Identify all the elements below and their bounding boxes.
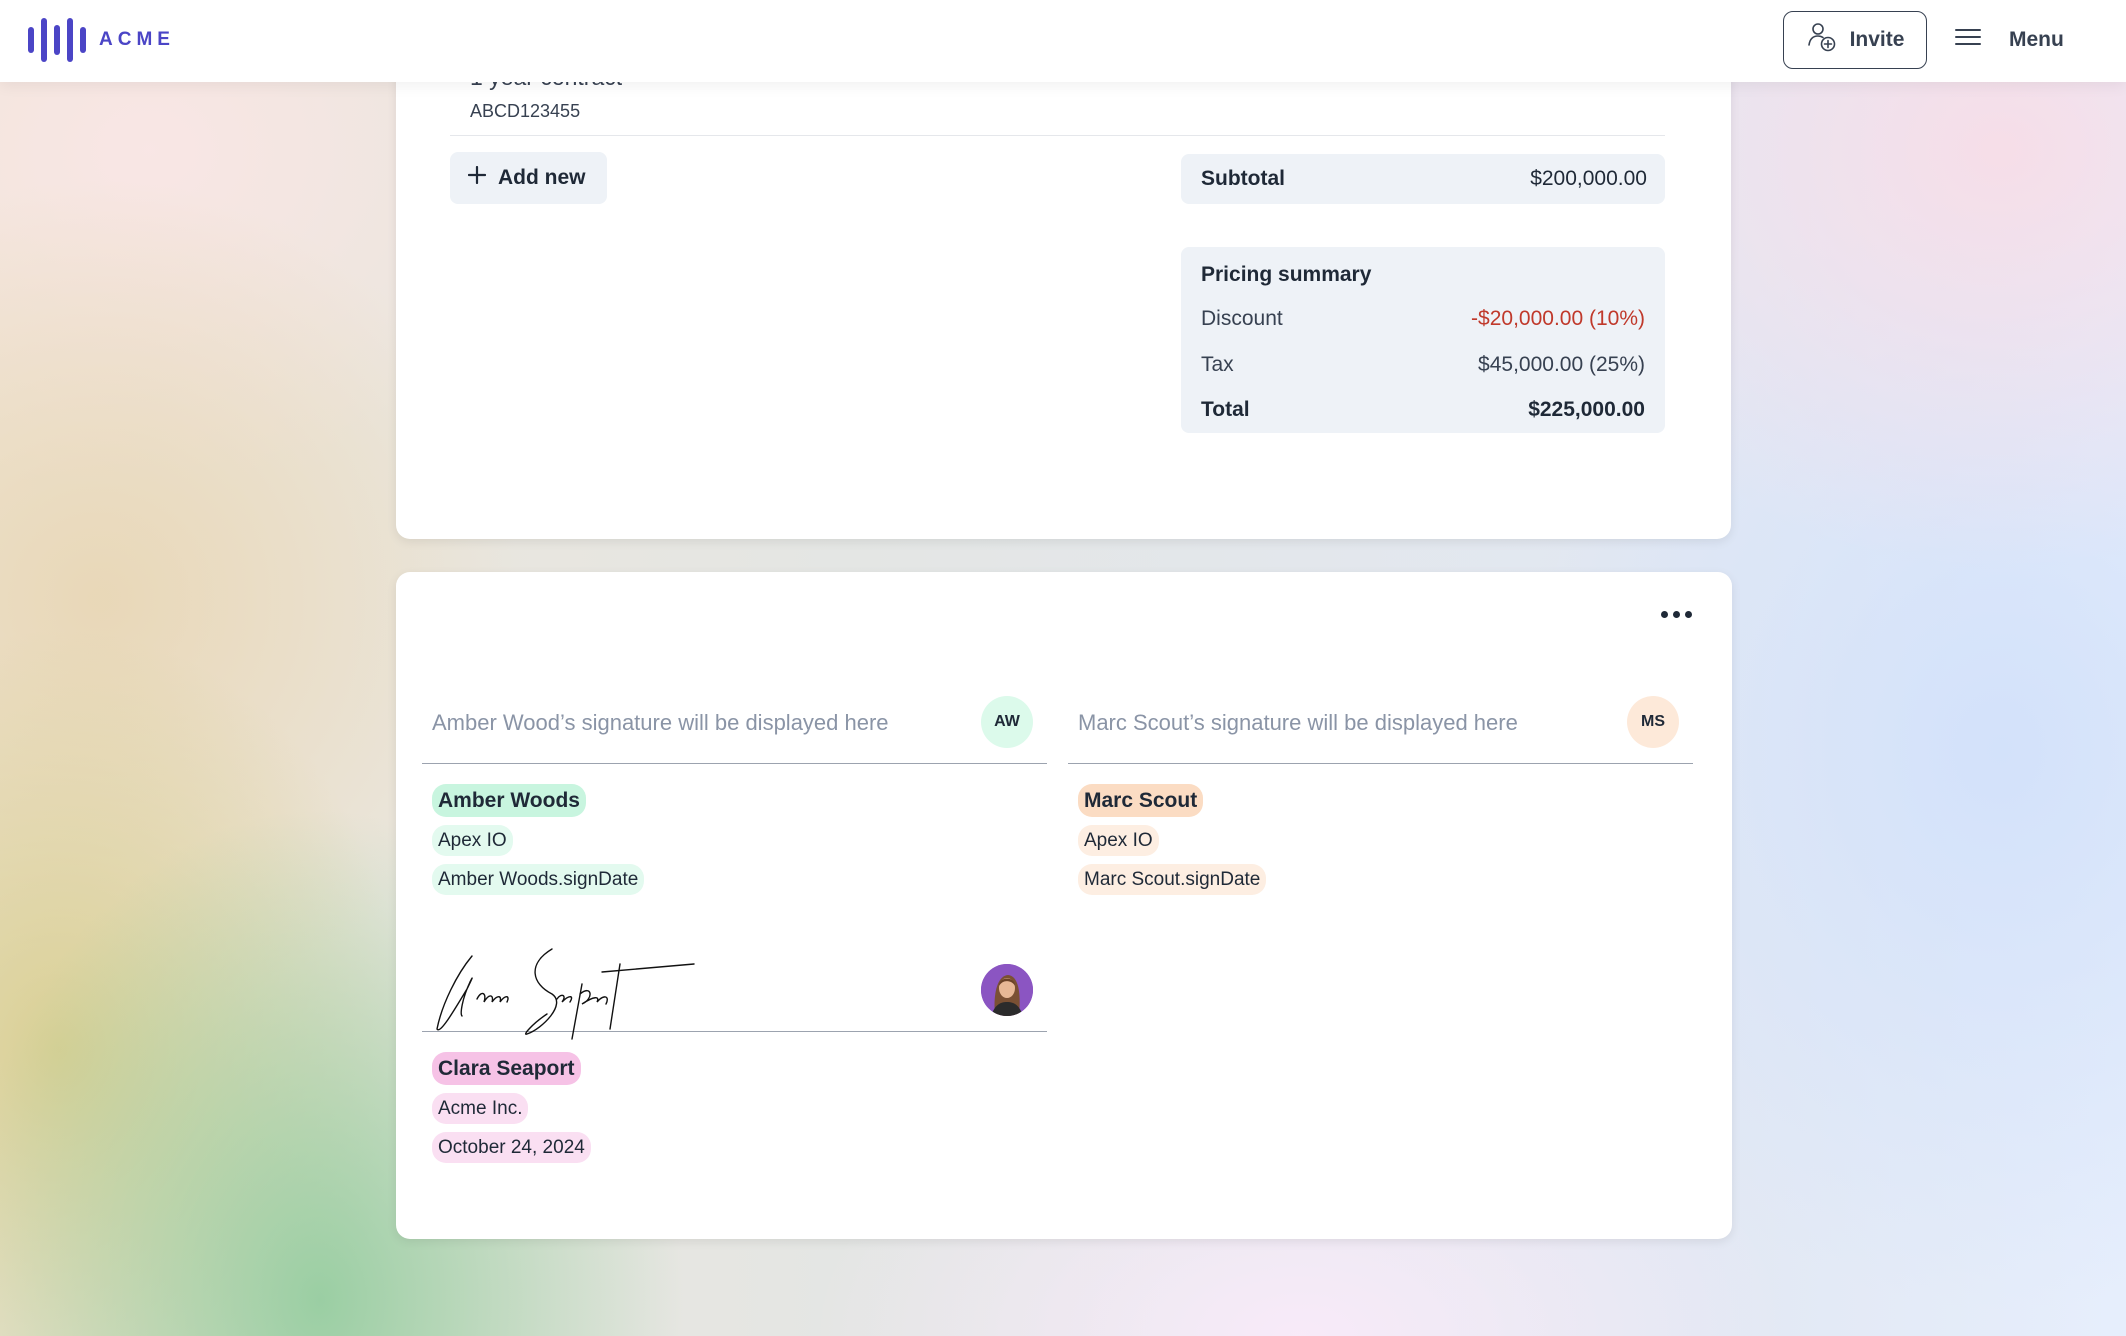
plus-icon xyxy=(467,165,487,190)
discount-value: -$20,000.00 (10%) xyxy=(1471,307,1645,330)
signatures-card: Amber Wood’s signature will be displayed… xyxy=(396,572,1732,1239)
add-new-label: Add new xyxy=(498,166,586,189)
acme-logo[interactable]: ACME xyxy=(28,18,175,62)
invite-label: Invite xyxy=(1849,28,1905,51)
clara-seaport-photo-avatar xyxy=(981,964,1033,1016)
subtotal-value: $200,000.00 xyxy=(1530,167,1647,190)
handwritten-signature xyxy=(436,948,695,1040)
avatar: AW xyxy=(981,696,1033,748)
invite-button[interactable]: Invite xyxy=(1783,11,1927,69)
signer-name: Clara Seaport xyxy=(432,1052,581,1085)
signer-company: Acme Inc. xyxy=(432,1093,529,1124)
tax-value: $45,000.00 (25%) xyxy=(1478,352,1645,376)
signature-placeholder: Marc Scout’s signature will be displayed… xyxy=(1078,710,1518,735)
signer-company: Apex IO xyxy=(1078,825,1159,856)
signer-date: October 24, 2024 xyxy=(432,1132,591,1163)
signer-date: Marc Scout.signDate xyxy=(1078,864,1267,895)
total-value: $225,000.00 xyxy=(1528,398,1645,421)
subtotal-row: Subtotal $200,000.00 xyxy=(1181,154,1665,204)
subtotal-label: Subtotal xyxy=(1201,167,1285,190)
ellipsis-dot-icon xyxy=(1660,610,1668,618)
tax-row: Tax $45,000.00 (25%) xyxy=(1201,349,1645,395)
ellipsis-dot-icon xyxy=(1672,610,1680,618)
signer-company: Apex IO xyxy=(432,825,513,856)
total-row: Total $225,000.00 xyxy=(1201,394,1645,440)
discount-row: Discount -$20,000.00 (10%) xyxy=(1201,303,1645,349)
line-item-code: ABCD123455 xyxy=(470,101,581,121)
discount-label: Discount xyxy=(1201,307,1283,330)
menu-button[interactable]: Menu xyxy=(1955,18,2064,62)
pricing-summary: Pricing summary Discount -$20,000.00 (10… xyxy=(1181,247,1665,433)
logo-bars-icon xyxy=(28,18,86,62)
signer-date: Amber Woods.signDate xyxy=(432,864,645,895)
pricing-summary-title: Pricing summary xyxy=(1201,263,1372,286)
signer-clara-seaport: Clara Seaport Acme Inc. October 24, 2024 xyxy=(422,948,1047,1171)
signature-field xyxy=(422,948,1047,1040)
user-plus-icon xyxy=(1806,21,1838,59)
total-label: Total xyxy=(1201,398,1250,421)
add-new-button[interactable]: Add new xyxy=(450,152,607,204)
top-bar: ACME Invite Menu xyxy=(0,0,2126,82)
signer-marc-scout: Marc Scout’s signature will be displayed… xyxy=(1068,684,1693,903)
hamburger-icon xyxy=(1955,27,1981,53)
signature-placeholder: Amber Wood’s signature will be displayed… xyxy=(432,710,889,735)
logo-text: ACME xyxy=(99,29,175,50)
ellipsis-dot-icon xyxy=(1684,610,1692,618)
menu-label: Menu xyxy=(2009,28,2064,51)
more-options-button[interactable] xyxy=(1656,602,1696,626)
line-item-divider xyxy=(450,135,1665,136)
avatar: MS xyxy=(1627,696,1679,748)
signer-amber-woods: Amber Wood’s signature will be displayed… xyxy=(422,684,1047,903)
signature-field[interactable]: Amber Wood’s signature will be displayed… xyxy=(422,684,1047,764)
signature-field[interactable]: Marc Scout’s signature will be displayed… xyxy=(1068,684,1693,764)
signer-name: Marc Scout xyxy=(1078,784,1204,817)
tax-label: Tax xyxy=(1201,352,1234,376)
signer-name: Amber Woods xyxy=(432,784,586,817)
